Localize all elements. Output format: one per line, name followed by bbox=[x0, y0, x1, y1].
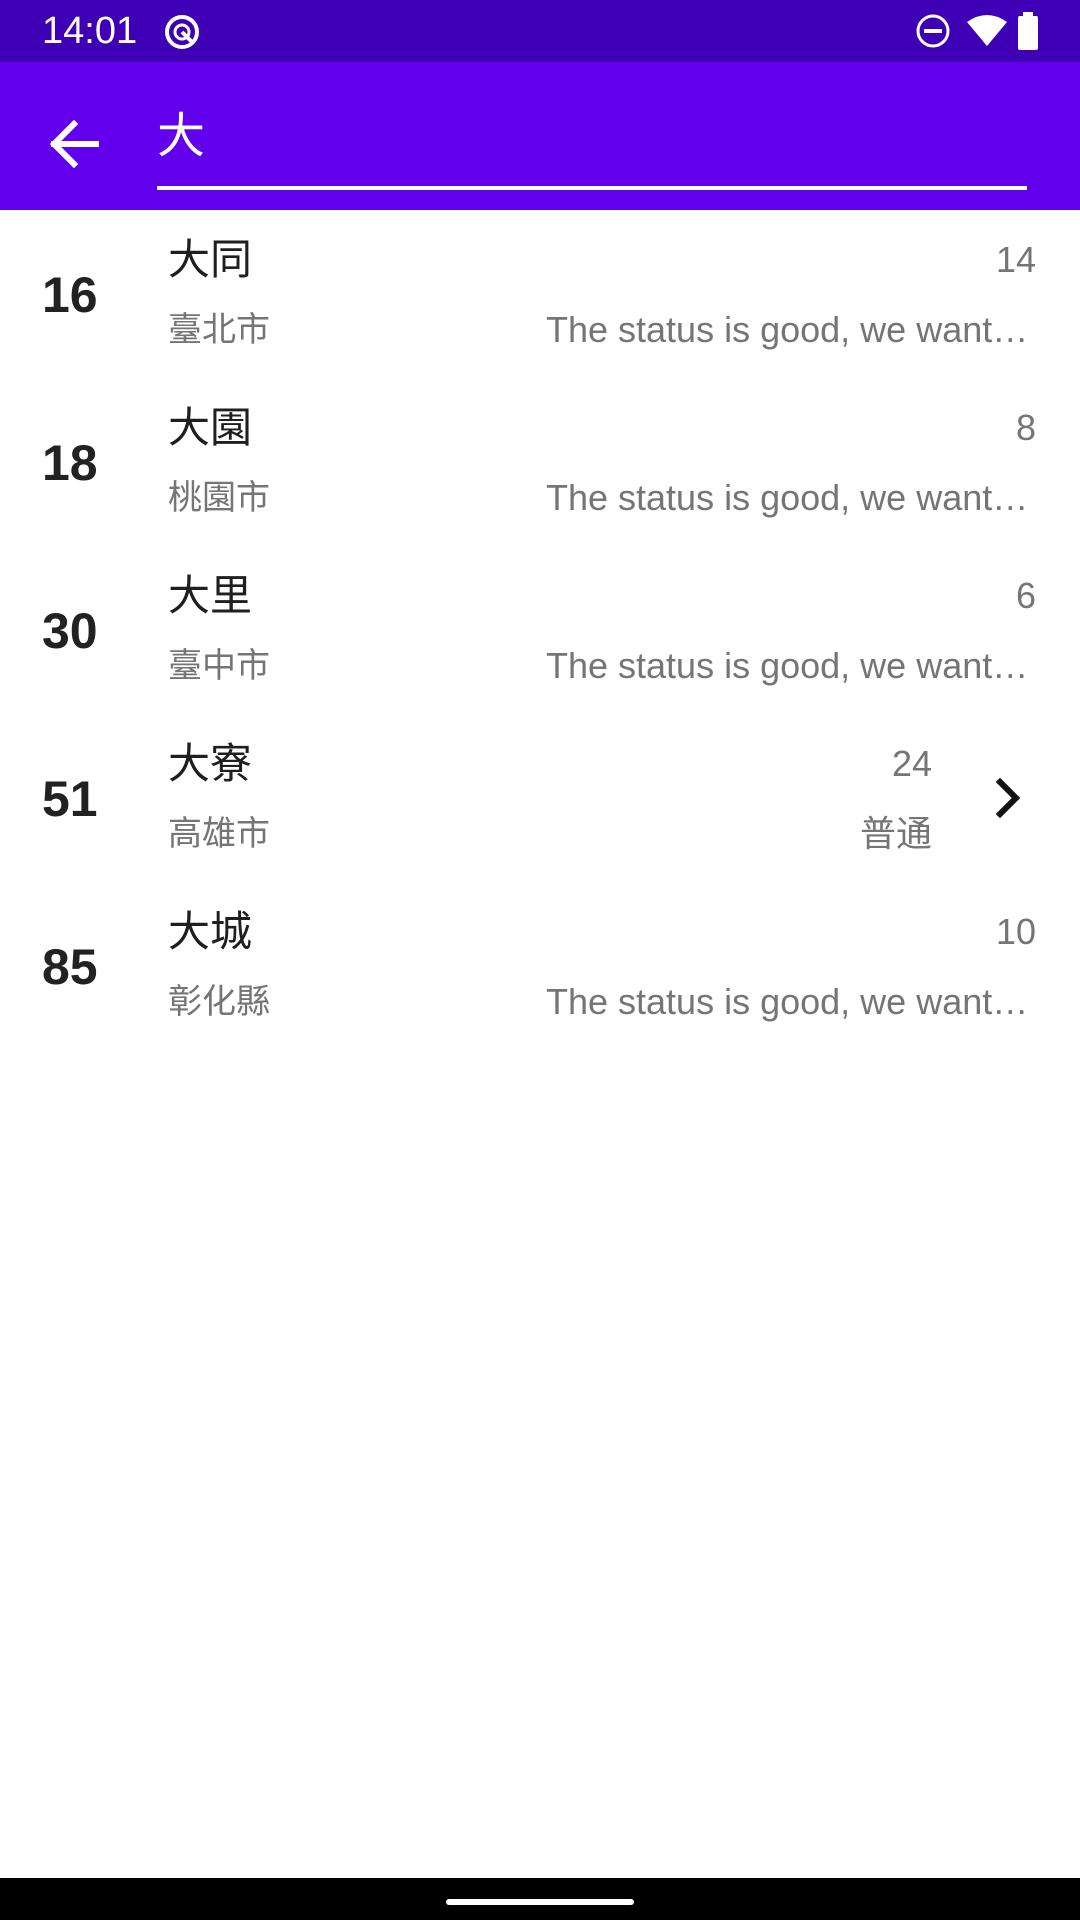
row-index: 85 bbox=[42, 939, 98, 995]
row-city: 桃園市 bbox=[168, 478, 270, 518]
row-city: 臺中市 bbox=[168, 646, 270, 686]
row-name: 大里 bbox=[168, 571, 253, 620]
row-count: 14 bbox=[995, 239, 1036, 280]
row-status: The status is good, we want to go there bbox=[546, 645, 1036, 686]
row-name: 大城 bbox=[168, 907, 253, 956]
do-not-disturb-icon bbox=[914, 12, 952, 54]
row-city: 彰化縣 bbox=[168, 982, 270, 1022]
row-count: 6 bbox=[1015, 575, 1036, 616]
status-time: 14:01 bbox=[42, 10, 138, 52]
arrow-back-icon bbox=[49, 119, 99, 169]
row-name: 大同 bbox=[168, 235, 253, 284]
row-status: The status is good, we want to go there bbox=[546, 477, 1036, 518]
row-status: The status is good, we want to go there bbox=[546, 981, 1036, 1022]
list-item[interactable]: 30 大里 臺中市 6 The status is good, we want … bbox=[0, 546, 1080, 714]
list-item[interactable]: 16 大同 臺北市 14 The status is good, we want… bbox=[0, 210, 1080, 378]
results-list: 16 大同 臺北市 14 The status is good, we want… bbox=[0, 210, 1080, 1050]
battery-icon bbox=[1016, 12, 1040, 54]
search-input[interactable]: 大 bbox=[157, 102, 1027, 170]
row-status: 普通 bbox=[859, 813, 932, 854]
row-name: 大園 bbox=[168, 403, 253, 452]
status-bar: 14:01 bbox=[0, 0, 1080, 62]
sync-icon bbox=[162, 12, 202, 56]
row-count: 10 bbox=[995, 911, 1036, 952]
wifi-icon bbox=[966, 14, 1008, 52]
row-index: 18 bbox=[42, 435, 98, 491]
navigation-bar bbox=[0, 1878, 1080, 1920]
row-index: 51 bbox=[42, 771, 98, 827]
list-item[interactable]: 85 大城 彰化縣 10 The status is good, we want… bbox=[0, 882, 1080, 1050]
back-button[interactable] bbox=[30, 100, 118, 188]
row-index: 30 bbox=[42, 603, 98, 659]
row-index: 16 bbox=[42, 267, 98, 323]
list-item[interactable]: 18 大園 桃園市 8 The status is good, we want … bbox=[0, 378, 1080, 546]
search-underline bbox=[157, 186, 1027, 190]
list-item[interactable]: 51 大寮 高雄市 24 普通 bbox=[0, 714, 1080, 882]
row-name: 大寮 bbox=[168, 739, 253, 788]
row-city: 高雄市 bbox=[168, 814, 270, 854]
row-status: The status is good, we want to go there bbox=[546, 309, 1036, 350]
search-app-bar: 大 bbox=[0, 62, 1080, 210]
chevron-right-icon[interactable] bbox=[988, 776, 1028, 820]
row-count: 24 bbox=[891, 743, 932, 784]
row-city: 臺北市 bbox=[168, 310, 270, 350]
home-gesture-handle[interactable] bbox=[446, 1899, 634, 1905]
row-count: 8 bbox=[1015, 407, 1036, 448]
